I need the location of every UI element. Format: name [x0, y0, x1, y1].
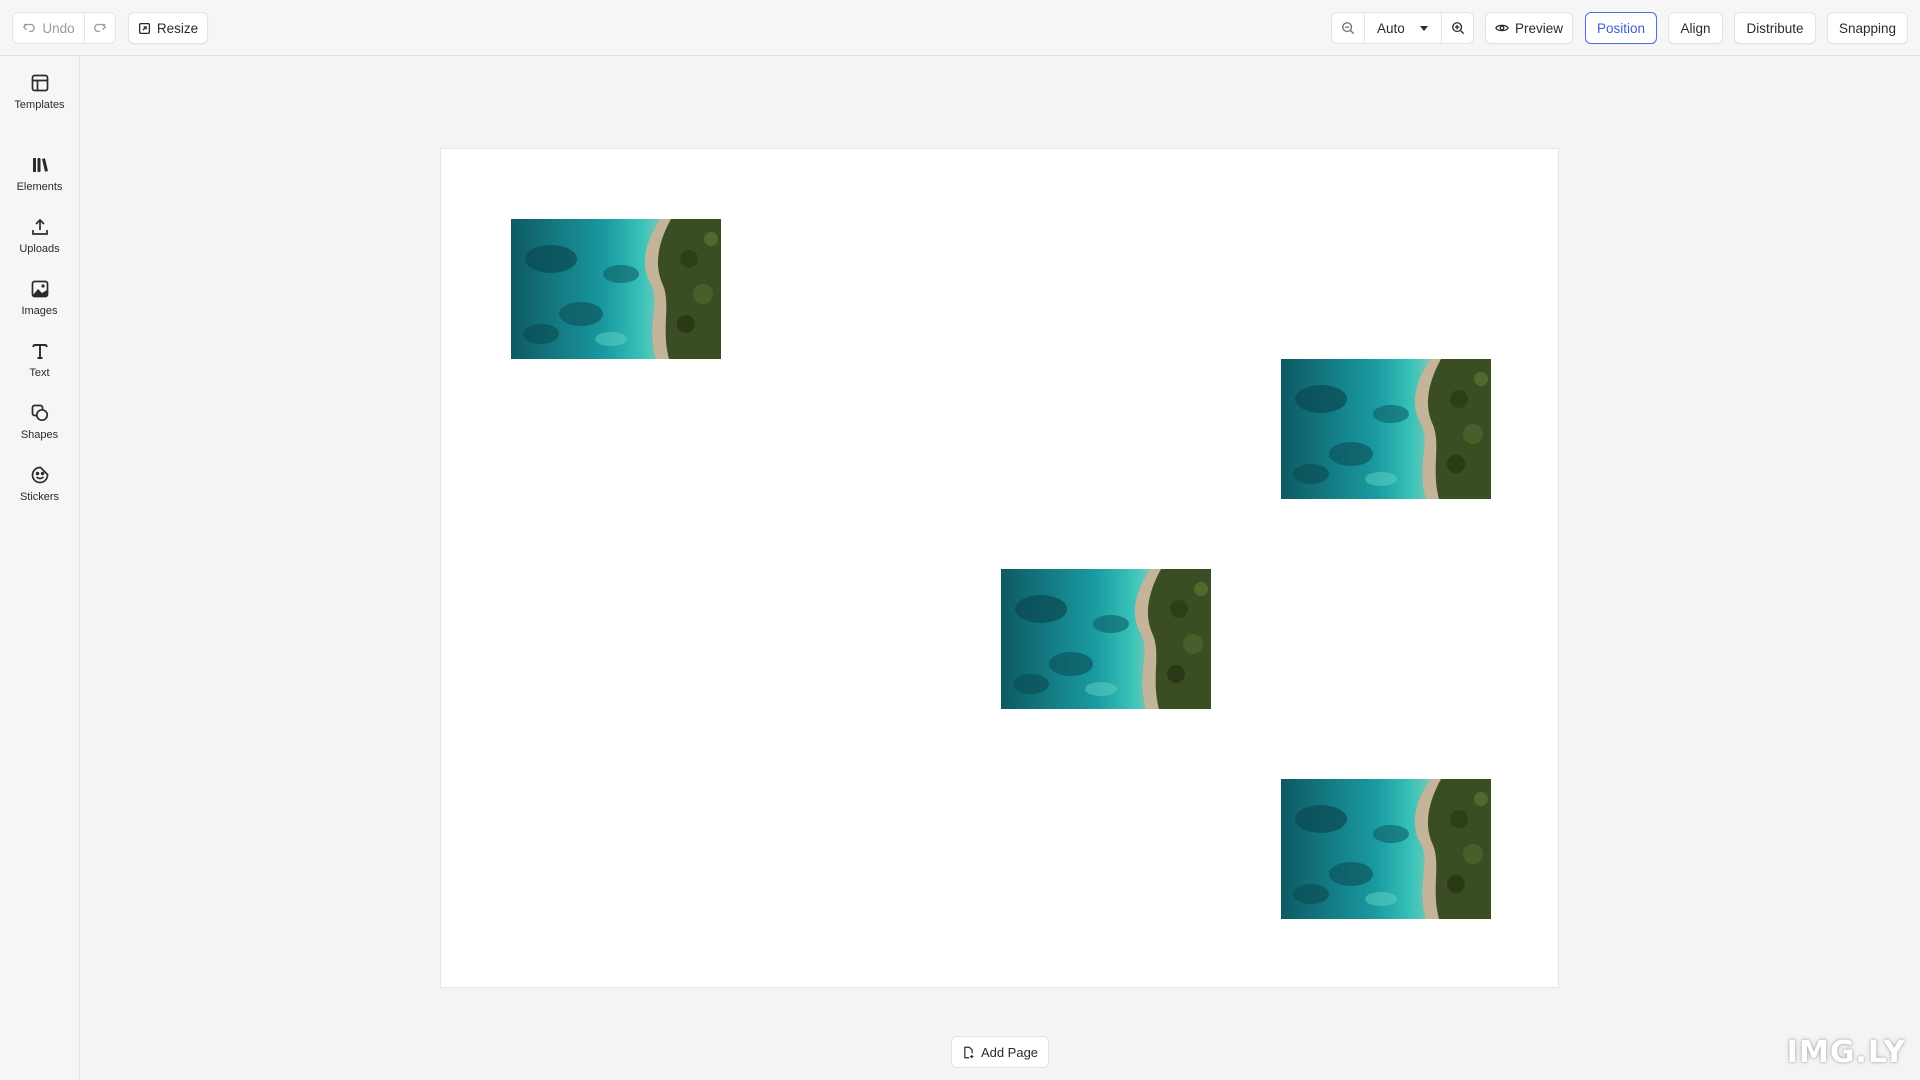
position-label: Position: [1596, 20, 1646, 36]
preview-button[interactable]: Preview: [1485, 12, 1573, 44]
zoom-out-button[interactable]: [1332, 13, 1364, 43]
coast-photo: [511, 219, 721, 359]
preview-label: Preview: [1514, 20, 1563, 36]
library-icon: [32, 158, 48, 172]
undo-redo-group: Undo: [12, 12, 116, 44]
add-page-label: Add Page: [980, 1044, 1039, 1060]
resize-label: Resize: [156, 20, 199, 36]
sidebar-item-uploads[interactable]: Uploads: [0, 213, 79, 269]
coast-photo: [1281, 779, 1491, 919]
sidebar-item-label: Shapes: [20, 429, 59, 441]
shapes-icon: [31, 404, 48, 422]
distribute-label: Distribute: [1746, 20, 1804, 36]
sidebar-item-stickers[interactable]: Stickers: [0, 461, 79, 517]
sidebar-item-label: Uploads: [19, 243, 60, 255]
redo-button[interactable]: [84, 13, 115, 43]
sidebar: Templates Elements Uploads Images Text S…: [0, 56, 80, 1080]
sidebar-item-templates[interactable]: Templates: [0, 69, 79, 125]
zoom-in-icon: [1451, 22, 1464, 35]
upload-icon: [31, 218, 48, 235]
sidebar-item-label: Templates: [14, 99, 65, 111]
image-icon: [31, 280, 48, 298]
sticker-icon: [31, 466, 48, 484]
resize-button[interactable]: Resize: [128, 12, 208, 44]
add-page-icon: [964, 1046, 974, 1058]
zoom-select[interactable]: Auto: [1364, 13, 1441, 43]
snapping-label: Snapping: [1838, 20, 1897, 36]
zoom-out-icon: [1342, 22, 1355, 35]
undo-label: Undo: [42, 20, 75, 36]
redo-icon: [94, 23, 107, 33]
chevron-down-icon: [1420, 26, 1428, 31]
image-element[interactable]: [1281, 779, 1491, 919]
zoom-group: Auto: [1331, 12, 1474, 44]
layout-icon: [31, 74, 48, 92]
design-page[interactable]: [440, 148, 1559, 988]
image-element[interactable]: [1001, 569, 1211, 709]
undo-button[interactable]: Undo: [13, 13, 84, 43]
image-element[interactable]: [511, 219, 721, 359]
position-button[interactable]: Position: [1585, 12, 1657, 44]
resize-icon: [138, 22, 150, 34]
align-button[interactable]: Align: [1668, 12, 1723, 44]
distribute-button[interactable]: Distribute: [1734, 12, 1816, 44]
align-label: Align: [1680, 20, 1711, 36]
undo-icon: [23, 23, 36, 33]
sidebar-item-images[interactable]: Images: [0, 275, 79, 331]
snapping-button[interactable]: Snapping: [1827, 12, 1908, 44]
sidebar-item-text[interactable]: Text: [0, 337, 79, 393]
sidebar-item-label: Elements: [16, 181, 63, 193]
eye-icon: [1495, 24, 1509, 32]
coast-photo: [1001, 569, 1211, 709]
zoom-value: Auto: [1377, 20, 1405, 36]
sidebar-item-label: Images: [21, 305, 58, 317]
text-icon: [32, 344, 47, 359]
brand-watermark: IMG.LY: [1786, 1035, 1906, 1070]
sidebar-item-label: Text: [29, 367, 50, 379]
coast-photo: [1281, 359, 1491, 499]
top-toolbar: Undo Resize Auto Preview Position Align …: [0, 0, 1920, 56]
sidebar-item-shapes[interactable]: Shapes: [0, 399, 79, 455]
image-element[interactable]: [1281, 359, 1491, 499]
add-page-button[interactable]: Add Page: [951, 1036, 1049, 1068]
sidebar-item-elements[interactable]: Elements: [0, 151, 79, 207]
zoom-in-button[interactable]: [1441, 13, 1473, 43]
sidebar-item-label: Stickers: [19, 491, 60, 503]
